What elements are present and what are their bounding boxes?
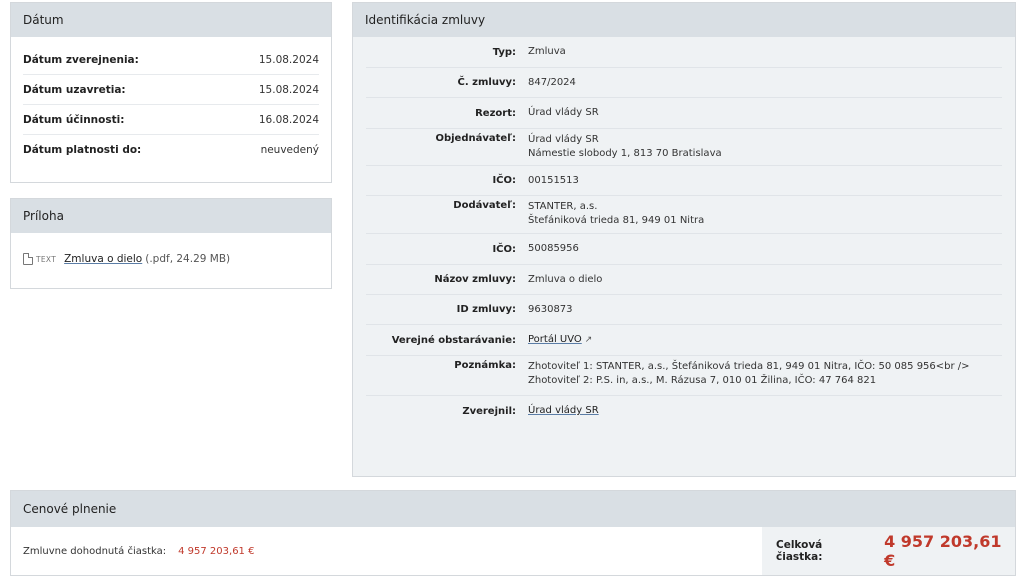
identifikacia-row: IČO: 50085956 <box>366 234 1002 265</box>
total-amount-label: Celková čiastka: <box>776 539 823 563</box>
cenove-plnenie-title: Cenové plnenie <box>11 491 1015 527</box>
value-line: Zmluva <box>528 46 566 57</box>
identifikacia-row: Objednávateľ: Úrad vlády SR Námestie slobo… <box>366 129 1002 166</box>
datum-rows: Dátum zverejnenia: 15.08.2024 Dátum uzavre… <box>11 37 331 164</box>
identifikacia-rows: Typ: Zmluva Č. zmluvy: 847/2024 Rezort: Úrad … <box>353 37 1015 426</box>
value-line: Zhotoviteľ 2: P.S. in, a.s., M. Rázusa 7… <box>528 375 877 386</box>
identifikacia-row-label: Rezort: <box>475 107 516 119</box>
identifikacia-row-value: Úrad vlády SR <box>528 404 1002 418</box>
value-line: 847/2024 <box>528 76 576 88</box>
identifikacia-row-label: ID zmluvy: <box>456 304 516 315</box>
external-link-icon: ↗ <box>584 335 593 345</box>
datum-row-value: 16.08.2024 <box>258 113 319 126</box>
total-amount-box: Celková čiastka: 4 957 203,61 € <box>762 527 1015 575</box>
identifikacia-row: Č. zmluvy: 847/2024 <box>366 68 1002 98</box>
identifikacia-row-label: IČO: <box>492 243 516 255</box>
datum-panel: Dátum Dátum zverejnenia: 15.08.2024 Dátum … <box>10 2 332 183</box>
attachment-link[interactable]: Zmluva o dielo <box>64 253 142 265</box>
identifikacia-row-label: Poznámka: <box>454 360 516 371</box>
identifikacia-row-label: Názov zmluvy: <box>434 274 516 285</box>
identifikacia-row: Typ: Zmluva <box>366 37 1002 68</box>
value-line: 00151513 <box>528 174 579 186</box>
value-line: Úrad vlády SR <box>528 134 599 145</box>
datum-row-label: Dátum platnosti do: <box>23 143 142 156</box>
identifikacia-row: IČO: 00151513 <box>366 166 1002 196</box>
datum-row-label: Dátum zverejnenia: <box>23 53 139 66</box>
datum-row-label: Dátum účinnosti: <box>23 113 125 126</box>
identifikacia-row: Rezort: Úrad vlády SR <box>366 98 1002 129</box>
value-line: 50085956 <box>528 243 579 254</box>
attachment-meta: (.pdf, 24.29 MB) <box>145 253 231 265</box>
agreed-amount-value: 4 957 203,61 € <box>178 545 255 557</box>
identifikacia-row-label: IČO: <box>492 175 516 186</box>
identifikacia-link[interactable]: Portál UVO <box>528 334 582 345</box>
pdf-file-icon <box>23 253 33 265</box>
identifikacia-row-label: Verejné obstarávanie: <box>391 334 516 346</box>
datum-row-value: 15.08.2024 <box>258 83 319 96</box>
datum-row-value: 15.08.2024 <box>258 53 319 66</box>
identifikacia-row: ID zmluvy: 9630873 <box>366 295 1002 325</box>
identifikacia-row-label: Zverejnil: <box>462 405 516 417</box>
identifikacia-row-label: Typ: <box>492 46 516 58</box>
value-line: 9630873 <box>528 303 573 315</box>
identifikacia-row: Verejné obstarávanie: Portál UVO ↗ <box>366 325 1002 356</box>
identifikacia-row-value: 9630873 <box>528 303 1002 317</box>
identifikacia-row-label: Dodávateľ: <box>453 200 516 211</box>
value-line: Úrad vlády SR <box>528 107 599 118</box>
identifikacia-row: Zverejnil: Úrad vlády SR <box>366 396 1002 426</box>
cenove-plnenie-panel: Cenové plnenie Zmluvne dohodnutá čiastka… <box>10 490 1016 576</box>
identifikacia-panel: Identifikácia zmluvy Typ: Zmluva Č. zmluvy… <box>352 2 1016 477</box>
identifikacia-panel-title: Identifikácia zmluvy <box>353 3 1015 37</box>
total-amount-value: 4 957 203,61 € <box>884 532 1002 570</box>
attachment-item: TEXT Zmluva o dielo (.pdf, 24.29 MB) <box>23 253 331 265</box>
identifikacia-row: Poznámka: Zhotoviteľ 1: STANTER, a.s., Št… <box>366 356 1002 396</box>
identifikacia-row-label: Objednávateľ: <box>435 133 516 144</box>
identifikacia-row-value: STANTER, a.s. Štefániková trieda 81, 949 … <box>528 196 1002 228</box>
identifikacia-row-value: 847/2024 <box>528 76 1002 90</box>
identifikacia-row: Názov zmluvy: Zmluva o dielo <box>366 265 1002 295</box>
value-line: Zhotoviteľ 1: STANTER, a.s., Štefániková… <box>528 361 970 372</box>
datum-row-value: neuvedený <box>260 143 319 156</box>
identifikacia-row-value: 50085956 <box>528 242 1002 256</box>
file-type-label: TEXT <box>36 254 57 264</box>
identifikacia-row-value: Úrad vlády SR Námestie slobody 1, 813 70 … <box>528 129 1002 161</box>
agreed-amount-row: Zmluvne dohodnutá čiastka: 4 957 203,61 … <box>11 527 762 575</box>
cenove-plnenie-body: Zmluvne dohodnutá čiastka: 4 957 203,61 … <box>11 527 1015 575</box>
datum-row: Dátum uzavretia: 15.08.2024 <box>23 75 319 105</box>
value-line: Námestie slobody 1, 813 70 Bratislava <box>528 148 722 159</box>
agreed-amount-label: Zmluvne dohodnutá čiastka: <box>23 545 167 557</box>
identifikacia-row-value: Zmluva o dielo <box>528 273 1002 287</box>
identifikacia-row-value: Úrad vlády SR <box>528 106 1002 120</box>
priloha-panel: Príloha TEXT Zmluva o dielo (.pdf, 24.29… <box>10 198 332 289</box>
value-line: Štefániková trieda 81, 949 01 Nitra <box>528 215 705 226</box>
identifikacia-link[interactable]: Úrad vlády SR <box>528 405 599 416</box>
identifikacia-row: Dodávateľ: STANTER, a.s. Štefániková tried… <box>366 196 1002 234</box>
priloha-panel-title: Príloha <box>11 199 331 233</box>
datum-row: Dátum účinnosti: 16.08.2024 <box>23 105 319 135</box>
identifikacia-row-value: Portál UVO ↗ <box>528 333 1002 347</box>
datum-row: Dátum platnosti do: neuvedený <box>23 135 319 164</box>
identifikacia-row-value: 00151513 <box>528 174 1002 188</box>
datum-panel-title: Dátum <box>11 3 331 37</box>
datum-row: Dátum zverejnenia: 15.08.2024 <box>23 45 319 75</box>
value-line: Zmluva o dielo <box>528 273 603 285</box>
identifikacia-row-label: Č. zmluvy: <box>457 77 516 88</box>
datum-row-label: Dátum uzavretia: <box>23 83 126 96</box>
identifikacia-row-value: Zhotoviteľ 1: STANTER, a.s., Štefániková… <box>528 356 1002 388</box>
identifikacia-row-value: Zmluva <box>528 45 1002 59</box>
value-line: STANTER, a.s. <box>528 201 598 212</box>
